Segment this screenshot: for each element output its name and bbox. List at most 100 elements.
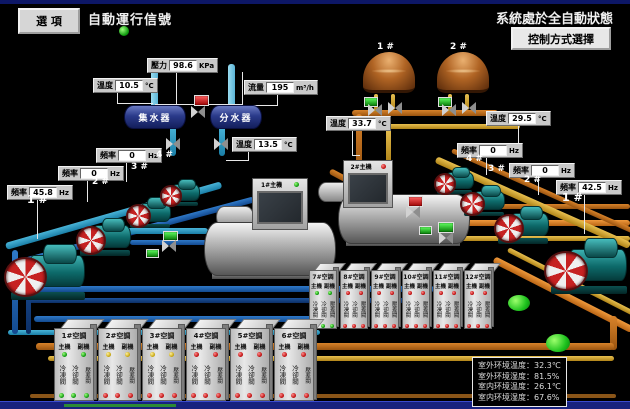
status-led: [321, 324, 325, 328]
valve-labels: 冷凍閥冷卻閥壓差閥: [143, 359, 181, 391]
chw-pump4-freq-gauge: 頻率0Hz: [96, 148, 162, 163]
valve-leds: [143, 393, 181, 398]
valve-labels: 冷凍閥冷卻閥壓差閥: [465, 296, 491, 322]
ahu-cabinet-11#空調[interactable]: 11#空調主機副機冷凍閥冷卻閥壓差閥: [433, 263, 464, 329]
tower-fan-decoration: [372, 69, 405, 73]
pipe-status-blob-2: [546, 334, 570, 352]
chw-motorized-valve[interactable]: [162, 240, 176, 252]
flow-gauge: 流量195m³/h: [244, 80, 318, 95]
cw-motorized-valve-1[interactable]: [406, 206, 420, 218]
ahu-cabinet-10#空調[interactable]: 10#空調主機副機冷凍閥冷卻閥壓差閥: [402, 263, 433, 329]
status-led: [352, 324, 356, 328]
cw-motorized-valve-2[interactable]: [439, 232, 453, 244]
bypass-valve[interactable]: [191, 106, 205, 118]
status-box-green-2: [146, 249, 159, 258]
main-aux-leds: [55, 352, 93, 357]
ahu-cabinet-4#空調[interactable]: 4#空調主機副機冷凍閥冷卻閥壓差閥: [186, 319, 230, 401]
wire: [87, 180, 88, 202]
cabinet-front: 11#空調主機副機冷凍閥冷卻閥壓差閥: [433, 270, 461, 329]
status-led: [216, 393, 221, 398]
cw-pump4-label: 4 #: [466, 154, 483, 164]
pressure-gauge: 壓力98.6KPa: [147, 58, 218, 73]
chw-pump-4[interactable]: [160, 178, 200, 206]
gauge-value: 0: [479, 145, 507, 156]
status-led: [147, 393, 152, 398]
cabinet-title: 5#空調: [231, 331, 269, 341]
header-valve-right[interactable]: [214, 138, 228, 150]
cabinet-front: 4#空調主機副機冷凍閥冷卻閥壓差閥: [186, 328, 226, 401]
status-led: [377, 291, 381, 295]
chiller2-control-panel[interactable]: 2#主機: [343, 160, 393, 208]
tower1-valve-b[interactable]: [388, 102, 402, 114]
chiller1-control-panel[interactable]: 1#主機: [252, 178, 308, 230]
ahu-cabinet-6#空調[interactable]: 6#空調主機副機冷凍閥冷卻閥壓差閥: [274, 319, 318, 401]
status-led: [81, 352, 86, 357]
ahu-row-upper: 7#空調主機副機冷凍閥冷卻閥壓差閥8#空調主機副機冷凍閥冷卻閥壓差閥9#空調主機…: [309, 263, 495, 329]
pump-fan-icon: [76, 226, 106, 255]
options-button[interactable]: 選 項: [18, 8, 80, 34]
cabinet-front: 12#空調主機副機冷凍閥冷卻閥壓差閥: [464, 270, 492, 329]
gauge-value: 13.5: [254, 139, 282, 150]
cw-down-pipe-2: [386, 128, 391, 162]
gauge-unit: Hz: [509, 147, 519, 155]
cooling-tower-1[interactable]: [363, 52, 415, 96]
distributor-tank[interactable]: 分水器: [210, 105, 262, 129]
ahu-cabinet-5#空調[interactable]: 5#空調主機副機冷凍閥冷卻閥壓差閥: [230, 319, 274, 401]
main-aux-leds: [187, 352, 225, 357]
valve-labels: 冷凍閥冷卻閥壓差閥: [403, 296, 429, 322]
chw-pump-2[interactable]: [76, 216, 132, 256]
ahu-cabinet-12#空調[interactable]: 12#空調主機副機冷凍閥冷卻閥壓差閥: [464, 263, 495, 329]
cw-pump-1[interactable]: [544, 236, 630, 294]
gauge-label: 頻率: [62, 168, 78, 179]
chw-pump2-freq-gauge: 頻率0Hz: [58, 166, 124, 181]
status-led: [445, 324, 449, 328]
tower2-label: 2 #: [450, 42, 467, 52]
valve-labels: 冷凍閥冷卻閥壓差閥: [99, 359, 137, 391]
cabinet-front: 9#空調主機副機冷凍閥冷卻閥壓差閥: [371, 270, 399, 329]
chiller2-stop-led: [381, 164, 386, 169]
cabinet-title: 8#空調: [341, 272, 367, 281]
valve-leds: [187, 393, 225, 398]
status-led: [439, 291, 443, 295]
ahu-cabinet-3#空調[interactable]: 3#空調主機副機冷凍閥冷卻閥壓差閥: [142, 319, 186, 401]
main-aux-labels: 主機副機: [465, 282, 491, 290]
chw-pump1-label: 1 #: [27, 193, 48, 206]
ahu-cabinet-9#空調[interactable]: 9#空調主機副機冷凍閥冷卻閥壓差閥: [371, 263, 402, 329]
gauge-value: 29.5: [508, 113, 536, 124]
valve-leds: [231, 393, 269, 398]
tower2-valve-a[interactable]: [442, 104, 456, 116]
status-led: [71, 393, 76, 398]
supply-temp-gauge: 溫度10.5°C: [93, 78, 158, 93]
collector-tank[interactable]: 集水器: [124, 105, 186, 129]
chiller1-run-led: [294, 182, 299, 187]
status-led: [346, 291, 350, 295]
status-led: [247, 393, 252, 398]
status-led: [390, 291, 394, 295]
status-led: [343, 324, 347, 328]
gauge-label: 溫度: [330, 118, 346, 129]
status-led: [359, 291, 363, 295]
header-valve-left[interactable]: [166, 138, 180, 150]
main-aux-labels: 主機副機: [341, 282, 367, 290]
status-led: [115, 393, 120, 398]
tower1-valve-a[interactable]: [368, 104, 382, 116]
cooling-tower-2[interactable]: [437, 52, 489, 96]
cw-pump-2[interactable]: [494, 204, 550, 244]
valve-labels: 冷凍閥冷卻閥壓差閥: [434, 296, 460, 322]
ahu-cabinet-1#空調[interactable]: 1#空調主機副機冷凍閥冷卻閥壓差閥: [54, 319, 98, 401]
wire: [126, 162, 127, 182]
status-led: [452, 291, 456, 295]
main-aux-labels: 主機副機: [372, 282, 398, 290]
tower2-valve-b[interactable]: [462, 102, 476, 114]
ahu-cabinet-2#空調[interactable]: 2#空調主機副機冷凍閥冷卻閥壓差閥: [98, 319, 142, 401]
chiller1-label-bar: 1#主機: [253, 179, 307, 190]
status-led: [483, 291, 487, 295]
ahu-cabinet-8#空調[interactable]: 8#空調主機副機冷凍閥冷卻閥壓差閥: [340, 263, 371, 329]
main-aux-labels: 主機副機: [310, 282, 336, 290]
tower1-label: 1 #: [377, 42, 394, 52]
valve-leds: [55, 393, 93, 398]
gauge-value: 33.7: [348, 118, 376, 129]
status-led: [194, 352, 199, 357]
wire: [117, 103, 153, 104]
control-mode-button[interactable]: 控制方式選擇: [511, 27, 611, 50]
